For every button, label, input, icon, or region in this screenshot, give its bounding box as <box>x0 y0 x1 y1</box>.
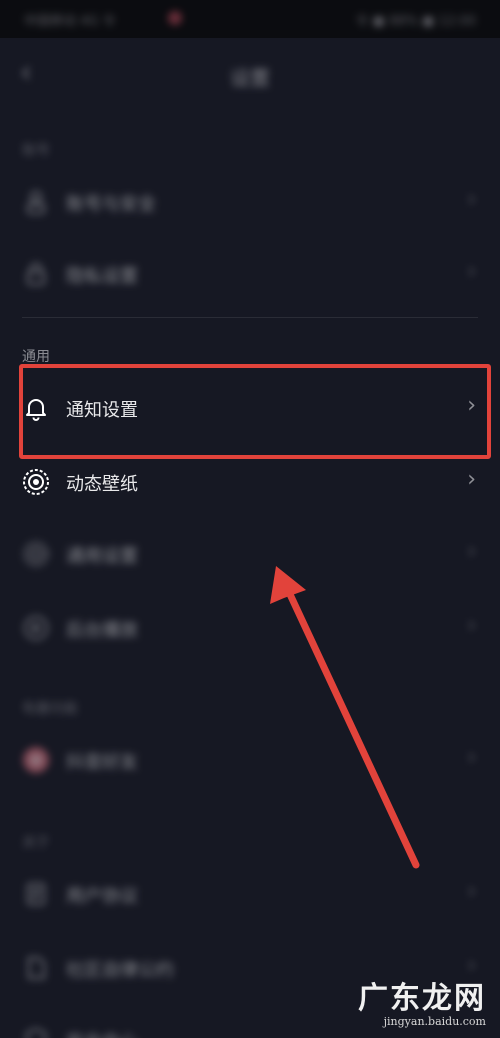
watermark-brand: 广东龙网 <box>358 981 486 1016</box>
annotation-arrow-icon <box>270 566 420 869</box>
watermark-logo: 广东龙网 jingyan.baidu.com <box>358 973 486 1028</box>
settings-screen: 中国移动 4G 令 令 ■ 88% ■ 12:00 ‹ 设置 账号 账号与安全 … <box>0 0 500 1038</box>
